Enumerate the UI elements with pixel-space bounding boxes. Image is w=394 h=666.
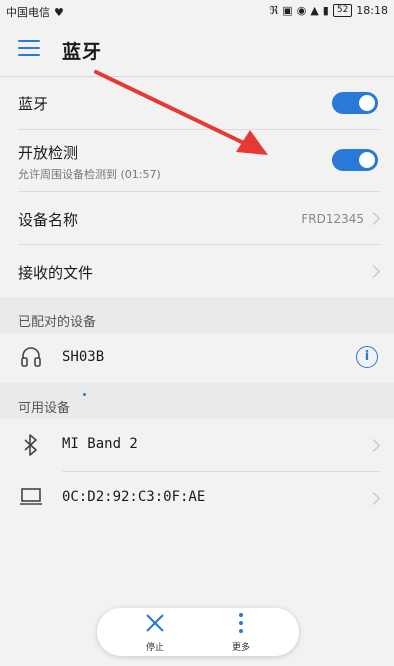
chevron-right-icon	[367, 212, 380, 225]
discoverable-subtext: 允许周围设备检测到 (01:57)	[18, 168, 161, 181]
app-bar: 蓝牙	[0, 24, 394, 77]
carrier-label: 中国电信	[6, 6, 50, 19]
device-info-button[interactable]: i	[356, 346, 378, 368]
paired-device-row[interactable]: SH03B i	[0, 333, 394, 383]
discoverable-label: 开放检测	[18, 144, 79, 162]
page-title: 蓝牙	[62, 41, 103, 63]
menu-button[interactable]	[18, 40, 40, 58]
bluetooth-toggle[interactable]	[332, 92, 378, 114]
available-header-label: 可用设备	[18, 401, 71, 416]
available-device-name: MI Band 2	[62, 436, 138, 452]
bluetooth-icon	[24, 434, 37, 456]
status-bar: 中国电信 ♥ ℜ ▣ ◉ ▲ ▮ 52 18:18	[0, 0, 394, 24]
bluetooth-label: 蓝牙	[18, 95, 49, 113]
headset-icon	[21, 347, 41, 367]
stop-button[interactable]: 停止	[125, 612, 185, 653]
available-section-header: 可用设备	[0, 383, 394, 419]
eye-icon: ◉	[296, 4, 307, 17]
close-icon	[146, 614, 164, 632]
heart-icon: ♥	[54, 5, 64, 19]
stop-label: 停止	[145, 643, 164, 653]
device-name-value: FRD12345	[301, 212, 364, 226]
received-files-label: 接收的文件	[18, 264, 94, 282]
wifi-icon: ▲	[310, 4, 319, 17]
clock: 18:18	[356, 4, 388, 17]
paired-device-name: SH03B	[62, 349, 105, 365]
discoverable-row[interactable]: 开放检测 允许周围设备检测到 (01:57)	[0, 130, 394, 190]
battery-indicator: 52	[332, 4, 353, 17]
available-device-row[interactable]: 0C:D2:92:C3:0F:AE	[0, 472, 394, 522]
laptop-icon	[20, 488, 42, 505]
more-button[interactable]: 更多	[211, 612, 271, 653]
available-device-row[interactable]: MI Band 2	[0, 419, 394, 471]
received-files-row[interactable]: 接收的文件	[0, 245, 394, 297]
available-device-name: 0C:D2:92:C3:0F:AE	[62, 489, 206, 505]
signal-icon: ▮	[322, 4, 329, 17]
paired-header-label: 已配对的设备	[18, 315, 97, 330]
chevron-right-icon	[367, 439, 380, 452]
scanning-indicator	[83, 393, 86, 396]
paired-section-header: 已配对的设备	[0, 297, 394, 333]
discoverable-toggle[interactable]	[332, 149, 378, 171]
more-label: 更多	[231, 643, 250, 653]
chevron-right-icon	[367, 492, 380, 505]
vibrate-icon: ▣	[282, 4, 293, 17]
chevron-right-icon	[367, 265, 380, 278]
bluetooth-status-icon: ℜ	[269, 4, 279, 17]
more-icon	[239, 613, 243, 633]
bottom-action-bar: 停止 更多	[97, 608, 299, 656]
device-name-label: 设备名称	[18, 211, 79, 229]
bluetooth-row[interactable]: 蓝牙	[0, 77, 394, 129]
device-name-row[interactable]: 设备名称 FRD12345	[0, 192, 394, 244]
